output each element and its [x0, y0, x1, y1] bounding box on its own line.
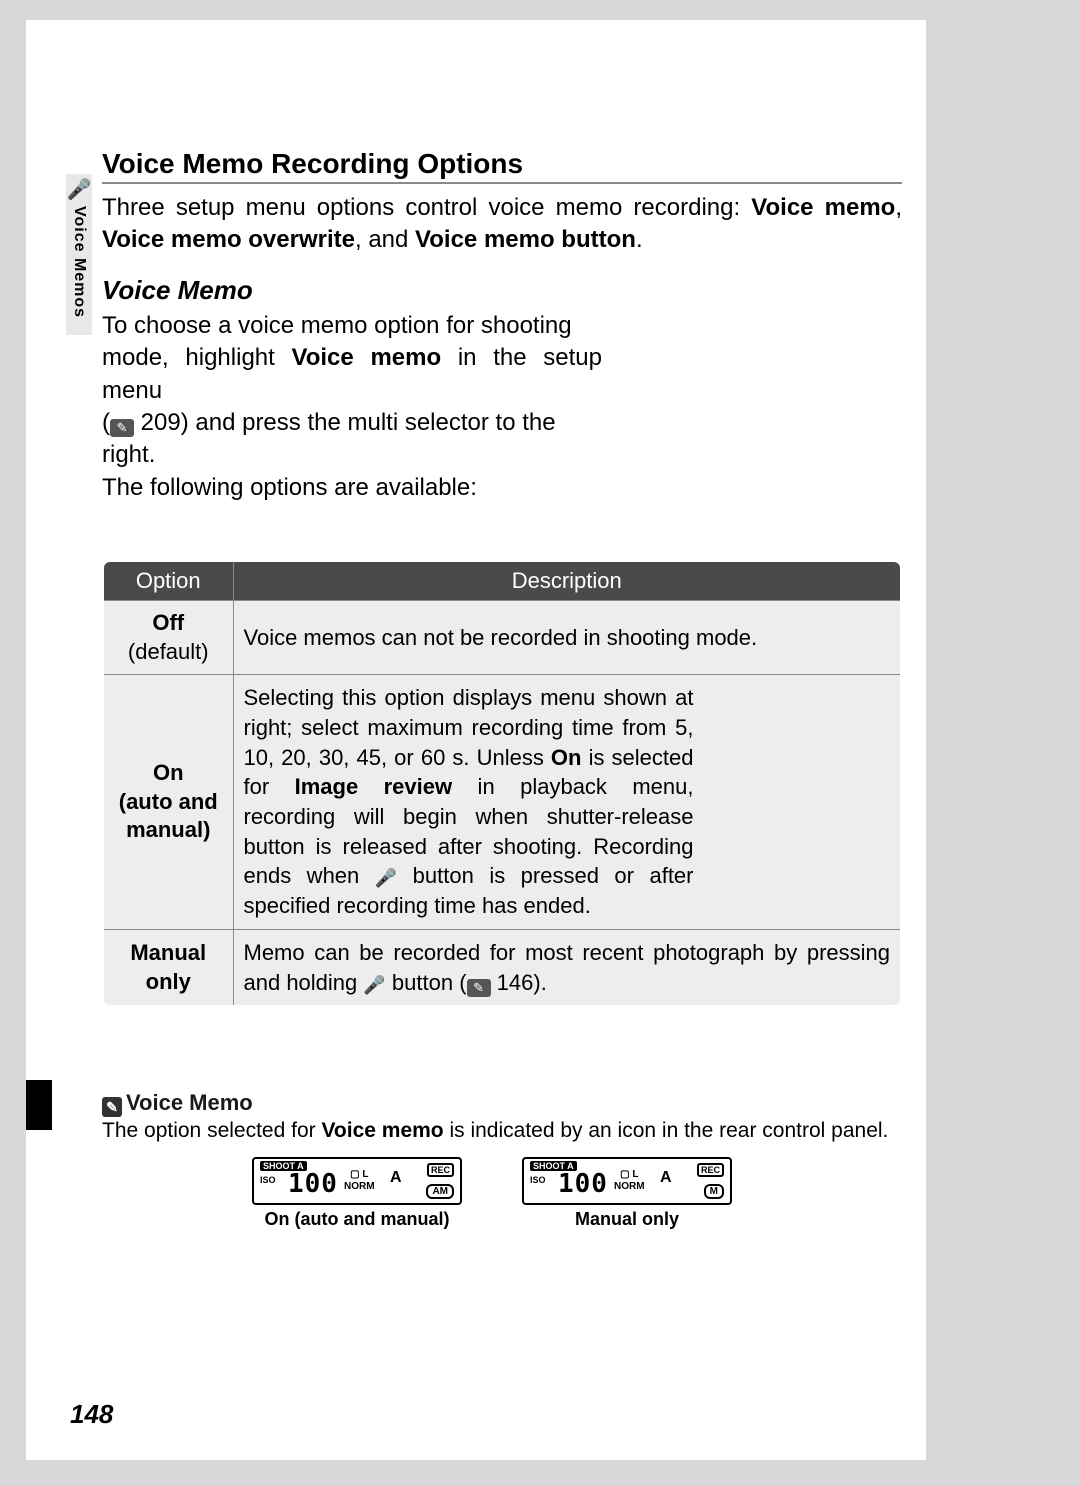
text: ,	[895, 194, 902, 221]
option-cell: Manual only	[103, 929, 233, 1006]
memo-mode-indicator: M	[704, 1184, 724, 1199]
text: (	[102, 409, 110, 436]
option-cell: Off (default)	[103, 601, 233, 675]
note-body: The option selected for Voice memo is in…	[102, 1119, 902, 1143]
manual-page: 🎤 Voice Memos Voice Memo Recording Optio…	[26, 20, 926, 1460]
section-tab-label: Voice Memos	[70, 206, 88, 318]
table-row: Off (default) Voice memos can not be rec…	[103, 601, 901, 675]
description-cell: Memo can be recorded for most recent pho…	[233, 929, 901, 1006]
margin-tab	[26, 1080, 52, 1130]
mic-icon: 🎤	[363, 973, 385, 997]
note-block: ✎Voice Memo The option selected for Voic…	[102, 1090, 902, 1230]
body-paragraph: To choose a voice memo option for shooti…	[102, 310, 602, 504]
note-title: ✎Voice Memo	[102, 1090, 902, 1117]
sub-heading: Voice Memo	[102, 275, 902, 306]
table-header-row: Option Description	[103, 561, 901, 601]
bold: Voice memo button	[415, 226, 636, 253]
rear-control-panel: SHOOT A ISO 100 ▢ LNORM A REC M	[522, 1157, 732, 1205]
mode-a: A	[660, 1169, 672, 1187]
bold: Voice memo	[751, 194, 895, 221]
text: The option selected for	[102, 1119, 321, 1142]
text-line: To choose a voice memo option for shooti…	[102, 310, 602, 342]
mic-icon: 🎤	[375, 866, 397, 890]
option-cell: On (auto and manual)	[103, 675, 233, 930]
panel-wrap: SHOOT A ISO 100 ▢ LNORM A REC AM On (aut…	[252, 1157, 462, 1230]
memo-mode-indicator: AM	[426, 1184, 454, 1199]
mic-icon: 🎤	[66, 180, 92, 200]
content-area: Voice Memo Recording Options Three setup…	[102, 148, 902, 1007]
text: button (	[386, 970, 467, 995]
panel-caption: On (auto and manual)	[252, 1209, 462, 1230]
text-line: The following options are available:	[102, 472, 602, 504]
iso-label: ISO	[530, 1175, 546, 1185]
page-ref-icon: ✎	[467, 979, 491, 997]
table-row: On (auto and manual) Selecting this opti…	[103, 675, 901, 930]
option-sub: (default)	[128, 639, 209, 664]
text-line: (✎ 209) and press the multi selector to …	[102, 407, 602, 472]
page-number: 148	[70, 1399, 113, 1430]
intro-paragraph: Three setup menu options control voice m…	[102, 192, 902, 257]
option-name: Off	[152, 610, 184, 635]
mode-a: A	[390, 1169, 402, 1187]
text-line: mode, highlight Voice memo in the setup …	[102, 342, 602, 407]
iso-label: ISO	[260, 1175, 276, 1185]
bold: Voice memo	[292, 344, 442, 371]
bold: On	[551, 745, 582, 770]
options-table: Option Description Off (default) Voice m…	[102, 560, 902, 1007]
description-cell: Voice memos can not be recorded in shoot…	[233, 601, 901, 675]
rec-indicator: REC	[697, 1163, 724, 1177]
rear-control-panel: SHOOT A ISO 100 ▢ LNORM A REC AM	[252, 1157, 462, 1205]
panel-wrap: SHOOT A ISO 100 ▢ LNORM A REC M Manual o…	[522, 1157, 732, 1230]
table-row: Manual only Memo can be recorded for mos…	[103, 929, 901, 1006]
col-option: Option	[103, 561, 233, 601]
iso-value: 100	[288, 1169, 338, 1199]
control-panel-illustrations: SHOOT A ISO 100 ▢ LNORM A REC AM On (aut…	[252, 1157, 902, 1230]
page-ref-icon: ✎	[110, 419, 134, 437]
section-tab: 🎤 Voice Memos	[66, 174, 92, 335]
page-title: Voice Memo Recording Options	[102, 148, 902, 184]
text: is indicated by an icon in the rear cont…	[444, 1119, 889, 1142]
bold: Image review	[295, 774, 453, 799]
description-cell: Selecting this option displays menu show…	[233, 675, 901, 930]
text: , and	[355, 226, 415, 253]
text: mode, highlight	[102, 344, 292, 371]
col-description: Description	[233, 561, 901, 601]
iso-value: 100	[558, 1169, 608, 1199]
quality-label: ▢ LNORM	[344, 1169, 375, 1193]
bold: Voice memo overwrite	[102, 226, 355, 253]
text: .	[636, 226, 643, 253]
text: ).	[533, 970, 546, 995]
note-icon: ✎	[102, 1097, 122, 1117]
option-sub: (auto and manual)	[119, 789, 218, 843]
bold: Voice memo	[321, 1119, 443, 1142]
text: Memo can be recorded for most recent pho…	[244, 940, 891, 995]
note-title-text: Voice Memo	[126, 1090, 253, 1115]
quality-label: ▢ LNORM	[614, 1169, 645, 1193]
option-name: Manual only	[130, 940, 206, 994]
rec-indicator: REC	[427, 1163, 454, 1177]
page-ref: 209	[141, 409, 181, 436]
page-ref: 146	[497, 970, 534, 995]
option-name: On	[153, 760, 184, 785]
panel-caption: Manual only	[522, 1209, 732, 1230]
text: Three setup menu options control voice m…	[102, 194, 751, 221]
